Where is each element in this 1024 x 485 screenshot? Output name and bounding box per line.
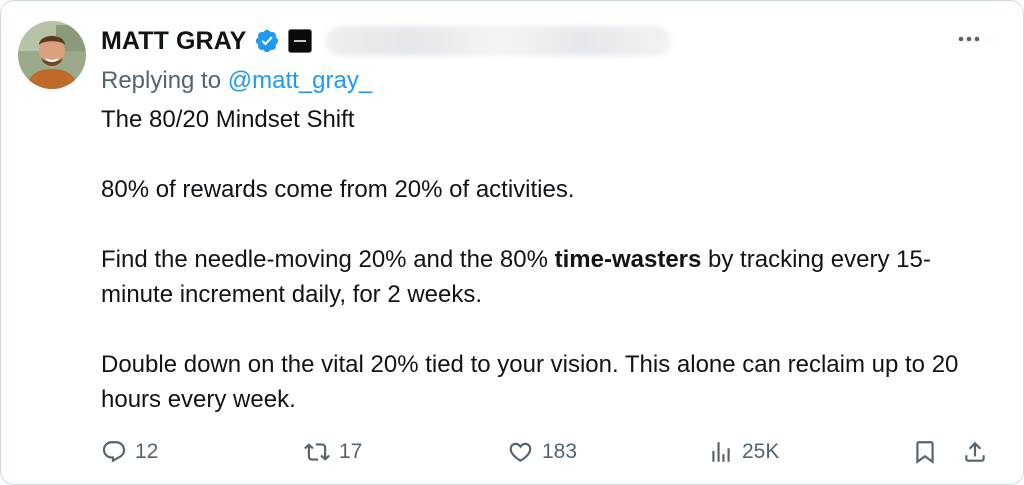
repost-count: 17 — [339, 440, 363, 463]
more-icon[interactable] — [953, 28, 985, 50]
avatar-photo — [18, 21, 86, 89]
views-count: 25K — [742, 440, 780, 463]
mention-link[interactable]: @matt_gray_ — [228, 67, 372, 94]
tweet-header: MATT GRAY — [101, 23, 672, 59]
heart-icon — [507, 439, 534, 465]
tweet-card[interactable]: MATT GRAY Replying to @matt_gray_ The 80… — [0, 0, 1024, 485]
author-name[interactable]: MATT GRAY — [101, 27, 246, 56]
tweet-line: Find the needle-moving 20% and the 80% t… — [101, 242, 1001, 312]
tweet-text-bold: time-wasters — [554, 246, 702, 273]
like-button[interactable]: 183 — [507, 433, 577, 471]
repost-icon — [303, 439, 331, 465]
replying-to: Replying to @matt_gray_ — [101, 67, 372, 95]
share-button[interactable] — [962, 433, 988, 471]
repost-button[interactable]: 17 — [303, 433, 362, 471]
tweet-line: The 80/20 Mindset Shift — [101, 106, 355, 133]
share-icon — [962, 438, 988, 466]
tweet-line: 80% of rewards come from 20% of activiti… — [101, 176, 575, 203]
bookmark-icon — [912, 438, 938, 466]
blurred-handle — [326, 26, 672, 56]
verified-badge-icon[interactable] — [254, 28, 280, 54]
tweet-text-segment: Find the needle-moving 20% and the 80% — [101, 246, 555, 273]
tweet-line: Double down on the vital 20% tied to you… — [101, 351, 959, 413]
reply-button[interactable]: 12 — [101, 433, 158, 471]
avatar[interactable] — [18, 21, 86, 89]
like-count: 183 — [542, 440, 578, 463]
action-bar: 12 17 183 25K — [101, 433, 993, 473]
reply-icon — [101, 439, 127, 465]
tweet-text: The 80/20 Mindset Shift 80% of rewards c… — [101, 102, 1001, 417]
brand-badge-icon[interactable] — [288, 29, 313, 53]
reply-count: 12 — [135, 440, 159, 463]
views-button[interactable]: 25K — [708, 433, 779, 471]
views-icon — [708, 439, 734, 465]
replying-to-label: Replying to — [101, 67, 228, 94]
bookmark-button[interactable] — [912, 433, 938, 471]
